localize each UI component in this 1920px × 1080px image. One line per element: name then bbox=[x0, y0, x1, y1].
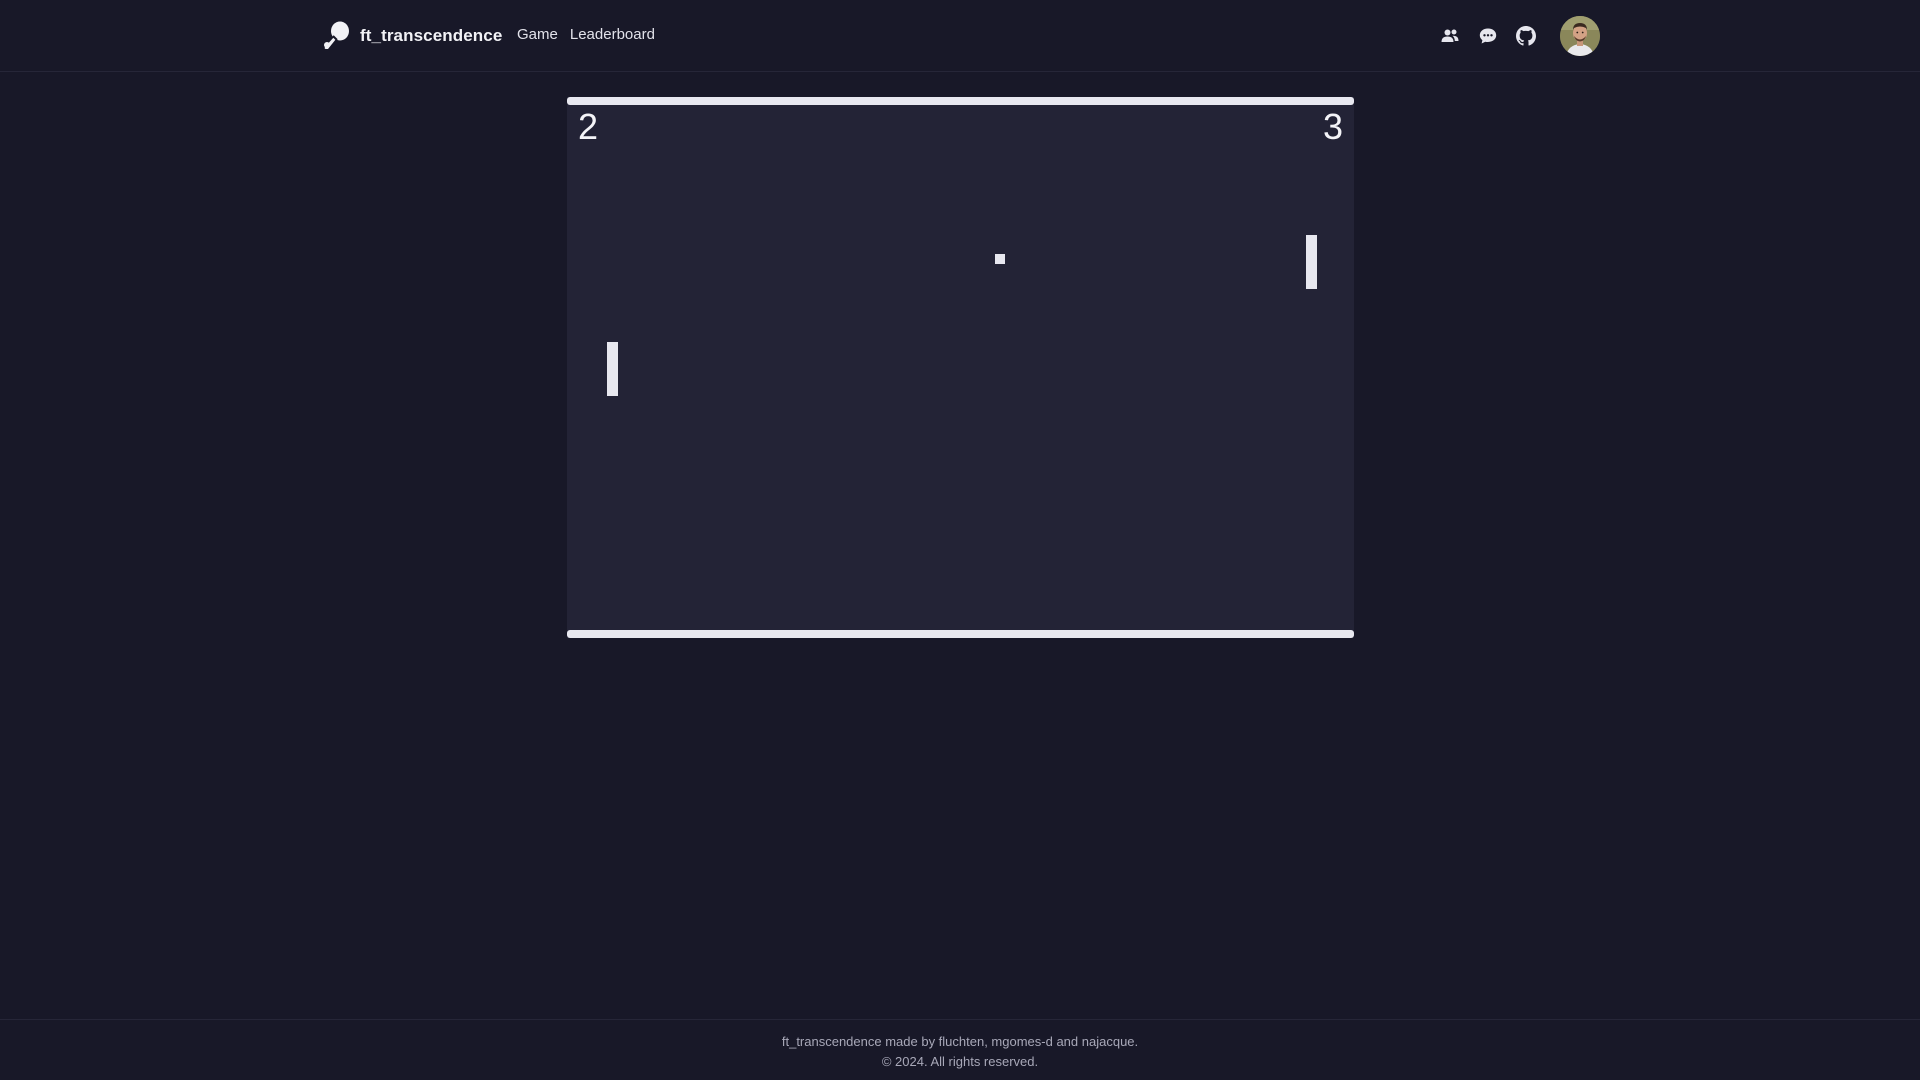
bottom-wall bbox=[567, 630, 1354, 638]
main-nav: Game Leaderboard bbox=[517, 26, 655, 43]
nav-link-leaderboard[interactable]: Leaderboard bbox=[570, 26, 655, 43]
top-navbar: ft_transcendence Game Leaderboard bbox=[0, 0, 1920, 72]
right-paddle bbox=[1306, 235, 1317, 289]
ball bbox=[995, 254, 1005, 264]
footer-credits: ft_transcendence made by fluchten, mgome… bbox=[781, 1034, 1139, 1049]
top-wall bbox=[567, 97, 1354, 105]
header-actions bbox=[1440, 16, 1600, 56]
user-avatar[interactable] bbox=[1560, 16, 1600, 56]
page: ft_transcendence Game Leaderboard 2 3 ft… bbox=[0, 0, 1920, 1080]
github-icon[interactable] bbox=[1516, 26, 1536, 46]
nav-link-game[interactable]: Game bbox=[517, 26, 558, 43]
page-footer: ft_transcendence made by fluchten, mgome… bbox=[0, 1019, 1920, 1080]
brand-name: ft_transcendence bbox=[360, 26, 503, 45]
left-paddle bbox=[607, 342, 618, 396]
users-icon[interactable] bbox=[1440, 26, 1460, 46]
chat-bubble-icon[interactable] bbox=[1478, 26, 1498, 46]
right-player-score: 3 bbox=[1322, 106, 1343, 147]
brand-home-link[interactable]: ft_transcendence bbox=[320, 20, 502, 52]
pong-game-canvas[interactable]: 2 3 bbox=[567, 97, 1354, 638]
ping-pong-paddle-logo-icon bbox=[320, 20, 352, 52]
footer-copyright: © 2024. All rights reserved. bbox=[881, 1054, 1039, 1069]
left-player-score: 2 bbox=[578, 106, 599, 147]
